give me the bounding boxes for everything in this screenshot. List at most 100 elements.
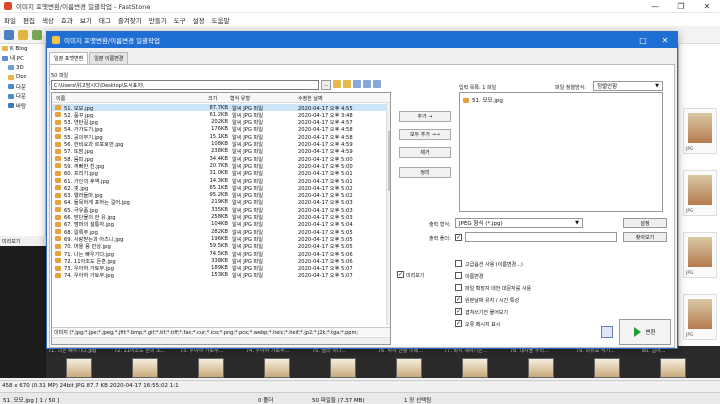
view-icons-icon[interactable] [353,80,361,88]
table-row[interactable]: 65. 극유품.jpg 335KB 알씨 JPG 파일 2020-04-17 오후 5… [52,206,386,214]
strip-thumbnail[interactable] [132,358,158,378]
strip-thumbnail[interactable] [198,358,224,378]
strip-thumbnail[interactable] [462,358,488,378]
file-type-filter[interactable]: 이미지 (*.jpg;*.jpe;*.jpeg;*.jfif;*.bmp;*.g… [52,327,390,336]
add-button[interactable]: 추가 → [399,111,451,122]
folder-icon[interactable] [18,30,28,40]
menu-favorites[interactable]: 즐겨찾기 [118,15,142,25]
view-details-icon[interactable] [373,80,381,88]
table-row[interactable]: 69. 사랑받는과 아츠니.jpg 196KB 알씨 JPG 파일 2020-04-1… [52,235,386,243]
file-list-scrollbar[interactable] [386,103,390,325]
tree-item[interactable]: K Blog [0,44,45,54]
view-list-icon[interactable] [363,80,371,88]
tree-item[interactable]: 바탕 [0,101,45,111]
tree-item[interactable]: 3D [0,63,45,73]
folder-up-icon[interactable] [333,80,341,88]
table-row[interactable]: 74. 우아하 가토부.jpg 153KB 알씨 JPG 파일 2020-04-17 … [52,272,386,279]
strip-thumbnail[interactable] [528,358,554,378]
menu-settings[interactable]: 설정 [193,15,205,25]
table-row[interactable]: 55. 공의무기.jpg 15.1KB 알씨 JPG 파일 2020-04-17 오후… [52,133,386,141]
menu-help[interactable]: 도움말 [212,15,230,25]
strip-thumbnail[interactable] [396,358,422,378]
table-row[interactable]: 66. 맏단물의 한 유.jpg 258KB 알씨 JPG 파일 2020-04-17… [52,214,386,221]
preview-settings-icon[interactable] [601,326,613,338]
table-row[interactable]: 54. 가가도기.jpg 176KB 알씨 JPG 파일 2020-04-17 오후 … [52,126,386,133]
table-row[interactable]: 61. 가인의 후역.jpg 14.3KB 알씨 JPG 파일 2020-04-17 … [52,177,386,185]
option-checkbox[interactable] [455,272,462,279]
new-folder-icon[interactable] [343,80,351,88]
table-row[interactable]: 67. 멈머의 설통자.jpg 104KB 알씨 JPG 파일 2020-04-17 … [52,221,386,228]
sort-select[interactable]: 정렬안함 ▼ [593,81,663,91]
thumbnail[interactable]: JPG [683,108,717,154]
table-row[interactable]: 59. 꺼빠반 친.jpg 20.7KB 알씨 JPG 파일 2020-04-17 오… [52,162,386,170]
format-settings-button[interactable]: 설정 [623,218,667,228]
list-item[interactable]: 51. 모모.jpg [463,96,503,104]
thumbnail[interactable]: JPG [683,232,717,278]
output-folder-input[interactable] [465,232,617,242]
menu-create[interactable]: 만들기 [149,15,167,25]
browse-folder-button[interactable]: 찾아보기 [623,232,667,242]
tab-batch-rename[interactable]: 일괄 이름변경 [89,52,129,64]
output-folder-checkbox[interactable]: ✓ [455,234,462,241]
clear-button[interactable]: 정리 [399,167,451,178]
camera-icon[interactable] [4,30,14,40]
option-checkbox[interactable] [455,260,462,267]
strip-thumbnail[interactable] [660,358,686,378]
dialog-close-icon[interactable]: ✕ [655,32,675,48]
close-icon[interactable]: ✕ [694,0,720,13]
maximize-icon[interactable]: ❐ [668,0,694,13]
table-row[interactable]: 72. 11아조도 돈훈.jpg 338KB 알씨 JPG 파일 2020-04-17… [52,257,386,265]
menu-view[interactable]: 보기 [80,15,92,25]
strip-thumbnail[interactable] [330,358,356,378]
table-row[interactable]: 73. 우아하 가토부.jpg 189KB 알씨 JPG 파일 2020-04-17 … [52,265,386,272]
file-list-hscrollbar[interactable] [52,337,390,344]
menu-edit[interactable]: 편집 [23,15,35,25]
thumbnail[interactable]: JPG [683,170,717,216]
col-size[interactable]: 크기 [208,95,217,102]
tab-batch-convert[interactable]: 일괄 포맷변환 [49,52,89,64]
output-format-select[interactable]: JPEG 형식 (*.jpg) ▼ [455,218,583,228]
table-row[interactable]: 53. 연탄길.jpg 202KB 알씨 JPG 파일 2020-04-17 오후 4… [52,119,386,126]
tree-item[interactable]: 다운 [0,92,45,102]
strip-thumbnail[interactable] [264,358,290,378]
path-input[interactable]: C:\Users\위고맘시디\Desktop\도서표지\ [51,80,319,90]
remove-button[interactable]: 제거 [399,147,451,158]
table-row[interactable]: 71. 나는 빠우기다.jpg 74.5KB 알씨 JPG 파일 2020-04-17… [52,250,386,258]
minimize-icon[interactable]: — [642,0,668,13]
menu-effects[interactable]: 효과 [61,15,73,25]
strip-thumbnail[interactable] [66,358,92,378]
menu-tags[interactable]: 태그 [99,15,111,25]
preview-checkbox[interactable]: ✓ [397,271,404,278]
thumbnail[interactable]: JPG [683,294,717,340]
option-checkbox[interactable]: ✓ [455,296,462,303]
tree-item[interactable]: 내 PC [0,54,45,64]
table-row[interactable]: 70. 마을 풍 민상.jpg 59.5KB 알씨 JPG 파일 2020-04-17… [52,243,386,250]
col-type[interactable]: 형식 유형 [230,95,250,102]
table-row[interactable]: 52. 품꾸.jpg 61.2KB 알씨 JPG 파일 2020-04-17 오후 3… [52,111,386,119]
tree-item[interactable]: 다운 [0,82,45,92]
option-checkbox[interactable]: ✓ [455,308,462,315]
table-row[interactable]: 60. 프리기.jpg 31.0KB 알씨 JPG 파일 2020-04-17 오후 … [52,170,386,177]
menu-tools[interactable]: 도구 [174,15,186,25]
table-row[interactable]: 63. 엘러들마.jpg 95.2KB 알씨 JPG 파일 2020-04-17 오후… [52,192,386,199]
add-all-button[interactable]: 모두 추가 →→ [399,129,451,140]
strip-thumbnail[interactable] [594,358,620,378]
tree-item[interactable]: Doc [0,73,45,83]
table-row[interactable]: 56. 한비요과 르포로먼.jpg 108KB 알씨 JPG 파일 2020-04-1… [52,141,386,148]
path-browse-button[interactable]: ... [321,80,331,90]
menu-color[interactable]: 색상 [42,15,54,25]
col-name[interactable]: 이름 [56,95,65,102]
dialog-maximize-icon[interactable]: □ [633,32,653,48]
table-row[interactable]: 64. 들목하게 포하는 걸어.jpg 219KB 알씨 JPG 파일 2020-04… [52,199,386,206]
option-checkbox[interactable]: ✓ [455,320,462,327]
convert-button[interactable]: 변환 [619,319,671,345]
scroll-thumb[interactable] [388,131,390,191]
col-date[interactable]: 수정한 날짜 [298,95,323,102]
table-row[interactable]: 51. 모모.jpg 87.7KB 알씨 JPG 파일 2020-04-17 오후 4… [52,104,386,112]
option-checkbox[interactable] [455,284,462,291]
table-row[interactable]: 68. 알록주.jpg 282KB 알씨 JPG 파일 2020-04-17 오후 5… [52,228,386,236]
refresh-icon[interactable] [32,30,42,40]
table-row[interactable]: 62. 핏.jpg 65.1KB 알씨 JPG 파일 2020-04-17 오후 5:… [52,184,386,192]
menu-file[interactable]: 파일 [4,15,16,25]
table-row[interactable]: 57. 또맘.jpg 238KB 알씨 JPG 파일 2020-04-17 오후 4:… [52,148,386,155]
